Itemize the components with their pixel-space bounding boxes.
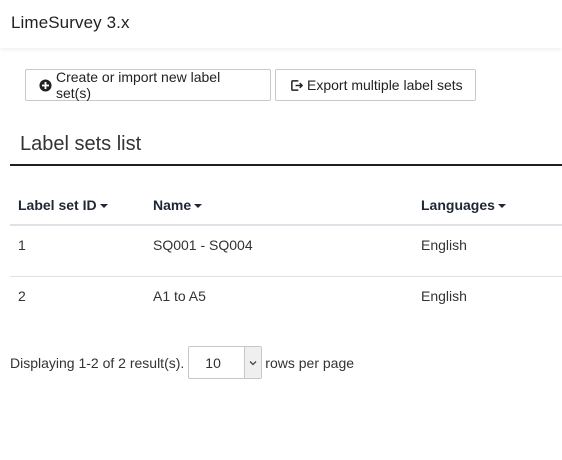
table-row[interactable]: 1 SQ001 - SQ004 English: [10, 226, 562, 277]
create-label-set-button[interactable]: Create or import new label set(s): [25, 69, 271, 101]
export-label-sets-button[interactable]: Export multiple label sets: [275, 69, 476, 101]
column-header-label: Languages: [421, 197, 495, 213]
cell-languages: English: [421, 237, 467, 253]
chevron-down-icon: [244, 347, 262, 378]
page-size-select[interactable]: 10: [188, 346, 263, 379]
table-row[interactable]: 2 A1 to A5 English: [10, 277, 562, 327]
column-header-languages[interactable]: Languages: [421, 197, 506, 213]
pagination-footer: Displaying 1-2 of 2 result(s). 10 rows p…: [10, 346, 354, 379]
column-header-label: Name: [153, 197, 192, 213]
sort-caret-icon: [99, 203, 108, 208]
create-label-set-label: Create or import new label set(s): [56, 69, 221, 101]
section-title: Label sets list: [20, 133, 142, 155]
column-header-label: Label set ID: [18, 197, 97, 213]
column-header-name[interactable]: Name: [153, 197, 203, 213]
sort-caret-icon: [497, 203, 506, 208]
cell-label-set-id: 2: [18, 288, 26, 304]
export-icon: [290, 79, 303, 92]
app-title[interactable]: LimeSurvey 3.x: [11, 13, 130, 33]
table-header: Label set ID Name Languages: [10, 187, 562, 226]
export-label-sets-label: Export multiple label sets: [307, 77, 463, 93]
top-navbar: LimeSurvey 3.x: [0, 0, 562, 48]
page-size-value: 10: [205, 354, 221, 371]
results-summary: Displaying 1-2 of 2 result(s).: [10, 354, 185, 371]
column-header-label-set-id[interactable]: Label set ID: [18, 197, 108, 213]
cell-label-set-id: 1: [18, 237, 26, 253]
sort-caret-icon: [194, 203, 203, 208]
cell-name: A1 to A5: [153, 288, 206, 304]
cell-languages: English: [421, 288, 467, 304]
rows-per-page-label: rows per page: [265, 354, 355, 371]
section-divider: [10, 164, 562, 166]
cell-name: SQ001 - SQ004: [153, 237, 253, 253]
label-sets-table: Label set ID Name Languages 1 SQ001 - SQ…: [10, 187, 562, 327]
plus-circle-icon: [39, 78, 52, 92]
